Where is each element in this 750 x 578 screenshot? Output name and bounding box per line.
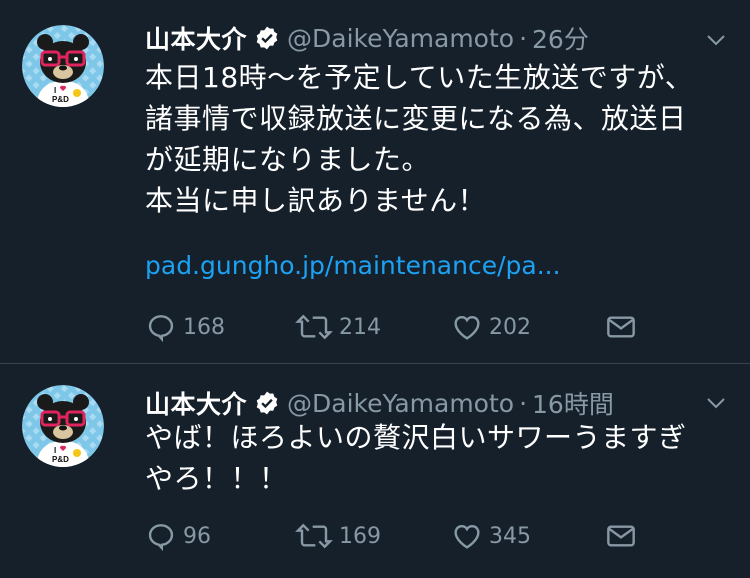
display-name[interactable]: 山本大介 [145, 20, 247, 56]
avatar-text-pd: P&D [52, 455, 69, 464]
tweet-text-line: やば！ほろよいの贅沢白いサワーうますぎ [145, 421, 687, 454]
avatar-text-i: I [54, 446, 56, 455]
tweet-card[interactable]: I P&D 山本大介 [0, 0, 750, 364]
retweet-count: 169 [339, 523, 381, 549]
retweet-button[interactable]: 214 [295, 310, 381, 344]
verified-badge-icon [254, 390, 280, 416]
retweet-icon [295, 523, 333, 549]
separator: · [519, 23, 528, 53]
display-name[interactable]: 山本大介 [145, 385, 247, 421]
tweet-header: 山本大介 @DaikeYamamoto · 26分 [145, 20, 710, 56]
tweet-text: やば！ほろよいの贅沢白いサワーうますぎ やろ！！！ [145, 417, 730, 499]
avatar[interactable]: I P&D [22, 25, 104, 107]
reply-icon [148, 524, 174, 552]
chevron-down-icon[interactable] [704, 28, 728, 52]
tweet-link[interactable]: pad.gungho.jp/maintenance/pa... [145, 251, 561, 280]
envelope-icon [607, 316, 635, 338]
avatar-text-pd: P&D [52, 95, 69, 104]
retweet-icon [295, 314, 333, 340]
reply-count: 96 [183, 523, 211, 549]
like-button[interactable]: 345 [451, 519, 531, 553]
reply-button[interactable]: 168 [145, 310, 225, 344]
retweet-count: 214 [339, 314, 381, 340]
timestamp[interactable]: 16時間 [532, 385, 614, 421]
timeline: I P&D 山本大介 @DaikeYamamoto · 26分 本日18時〜を予… [0, 0, 750, 578]
direct-message-button[interactable] [605, 519, 637, 553]
like-count: 202 [489, 314, 531, 340]
tweet-text-line: 本日18時〜を予定していた生放送ですが、 [145, 61, 694, 94]
tweet-text-line: が延期になりました。 [145, 143, 431, 176]
verified-badge-icon [254, 25, 280, 51]
retweet-button[interactable]: 169 [295, 519, 381, 553]
avatar-text-i: I [54, 86, 56, 95]
tweet-actions: 96 169 345 [145, 519, 730, 553]
heart-icon [454, 315, 480, 340]
reply-icon [148, 315, 174, 343]
avatar[interactable]: I P&D [22, 385, 104, 467]
handle[interactable]: @DaikeYamamoto [287, 24, 514, 53]
bear-avatar-icon: I P&D [22, 25, 104, 107]
tweet-text-line: やろ！！！ [145, 462, 288, 495]
direct-message-button[interactable] [605, 310, 637, 344]
heart-icon [454, 524, 480, 549]
tweet-header: 山本大介 @DaikeYamamoto · 16時間 [145, 385, 710, 421]
tweet-text: 本日18時〜を予定していた生放送ですが、 諸事情で収録放送に変更になる為、放送日… [145, 57, 730, 221]
timestamp[interactable]: 26分 [532, 20, 589, 56]
handle[interactable]: @DaikeYamamoto [287, 389, 514, 418]
reply-count: 168 [183, 314, 225, 340]
chevron-down-icon[interactable] [704, 391, 728, 415]
tweet-text-line: 諸事情で収録放送に変更になる為、放送日 [145, 102, 687, 135]
envelope-icon [607, 525, 635, 547]
like-button[interactable]: 202 [451, 310, 531, 344]
reply-button[interactable]: 96 [145, 519, 211, 553]
tweet-card[interactable]: I P&D 山本大介 [0, 365, 750, 578]
like-count: 345 [489, 523, 531, 549]
bear-avatar-icon: I P&D [22, 385, 104, 467]
tweet-text-line: 本当に申し訳ありません！ [145, 184, 487, 217]
separator: · [519, 388, 528, 418]
tweet-actions: 168 214 202 [145, 310, 730, 344]
